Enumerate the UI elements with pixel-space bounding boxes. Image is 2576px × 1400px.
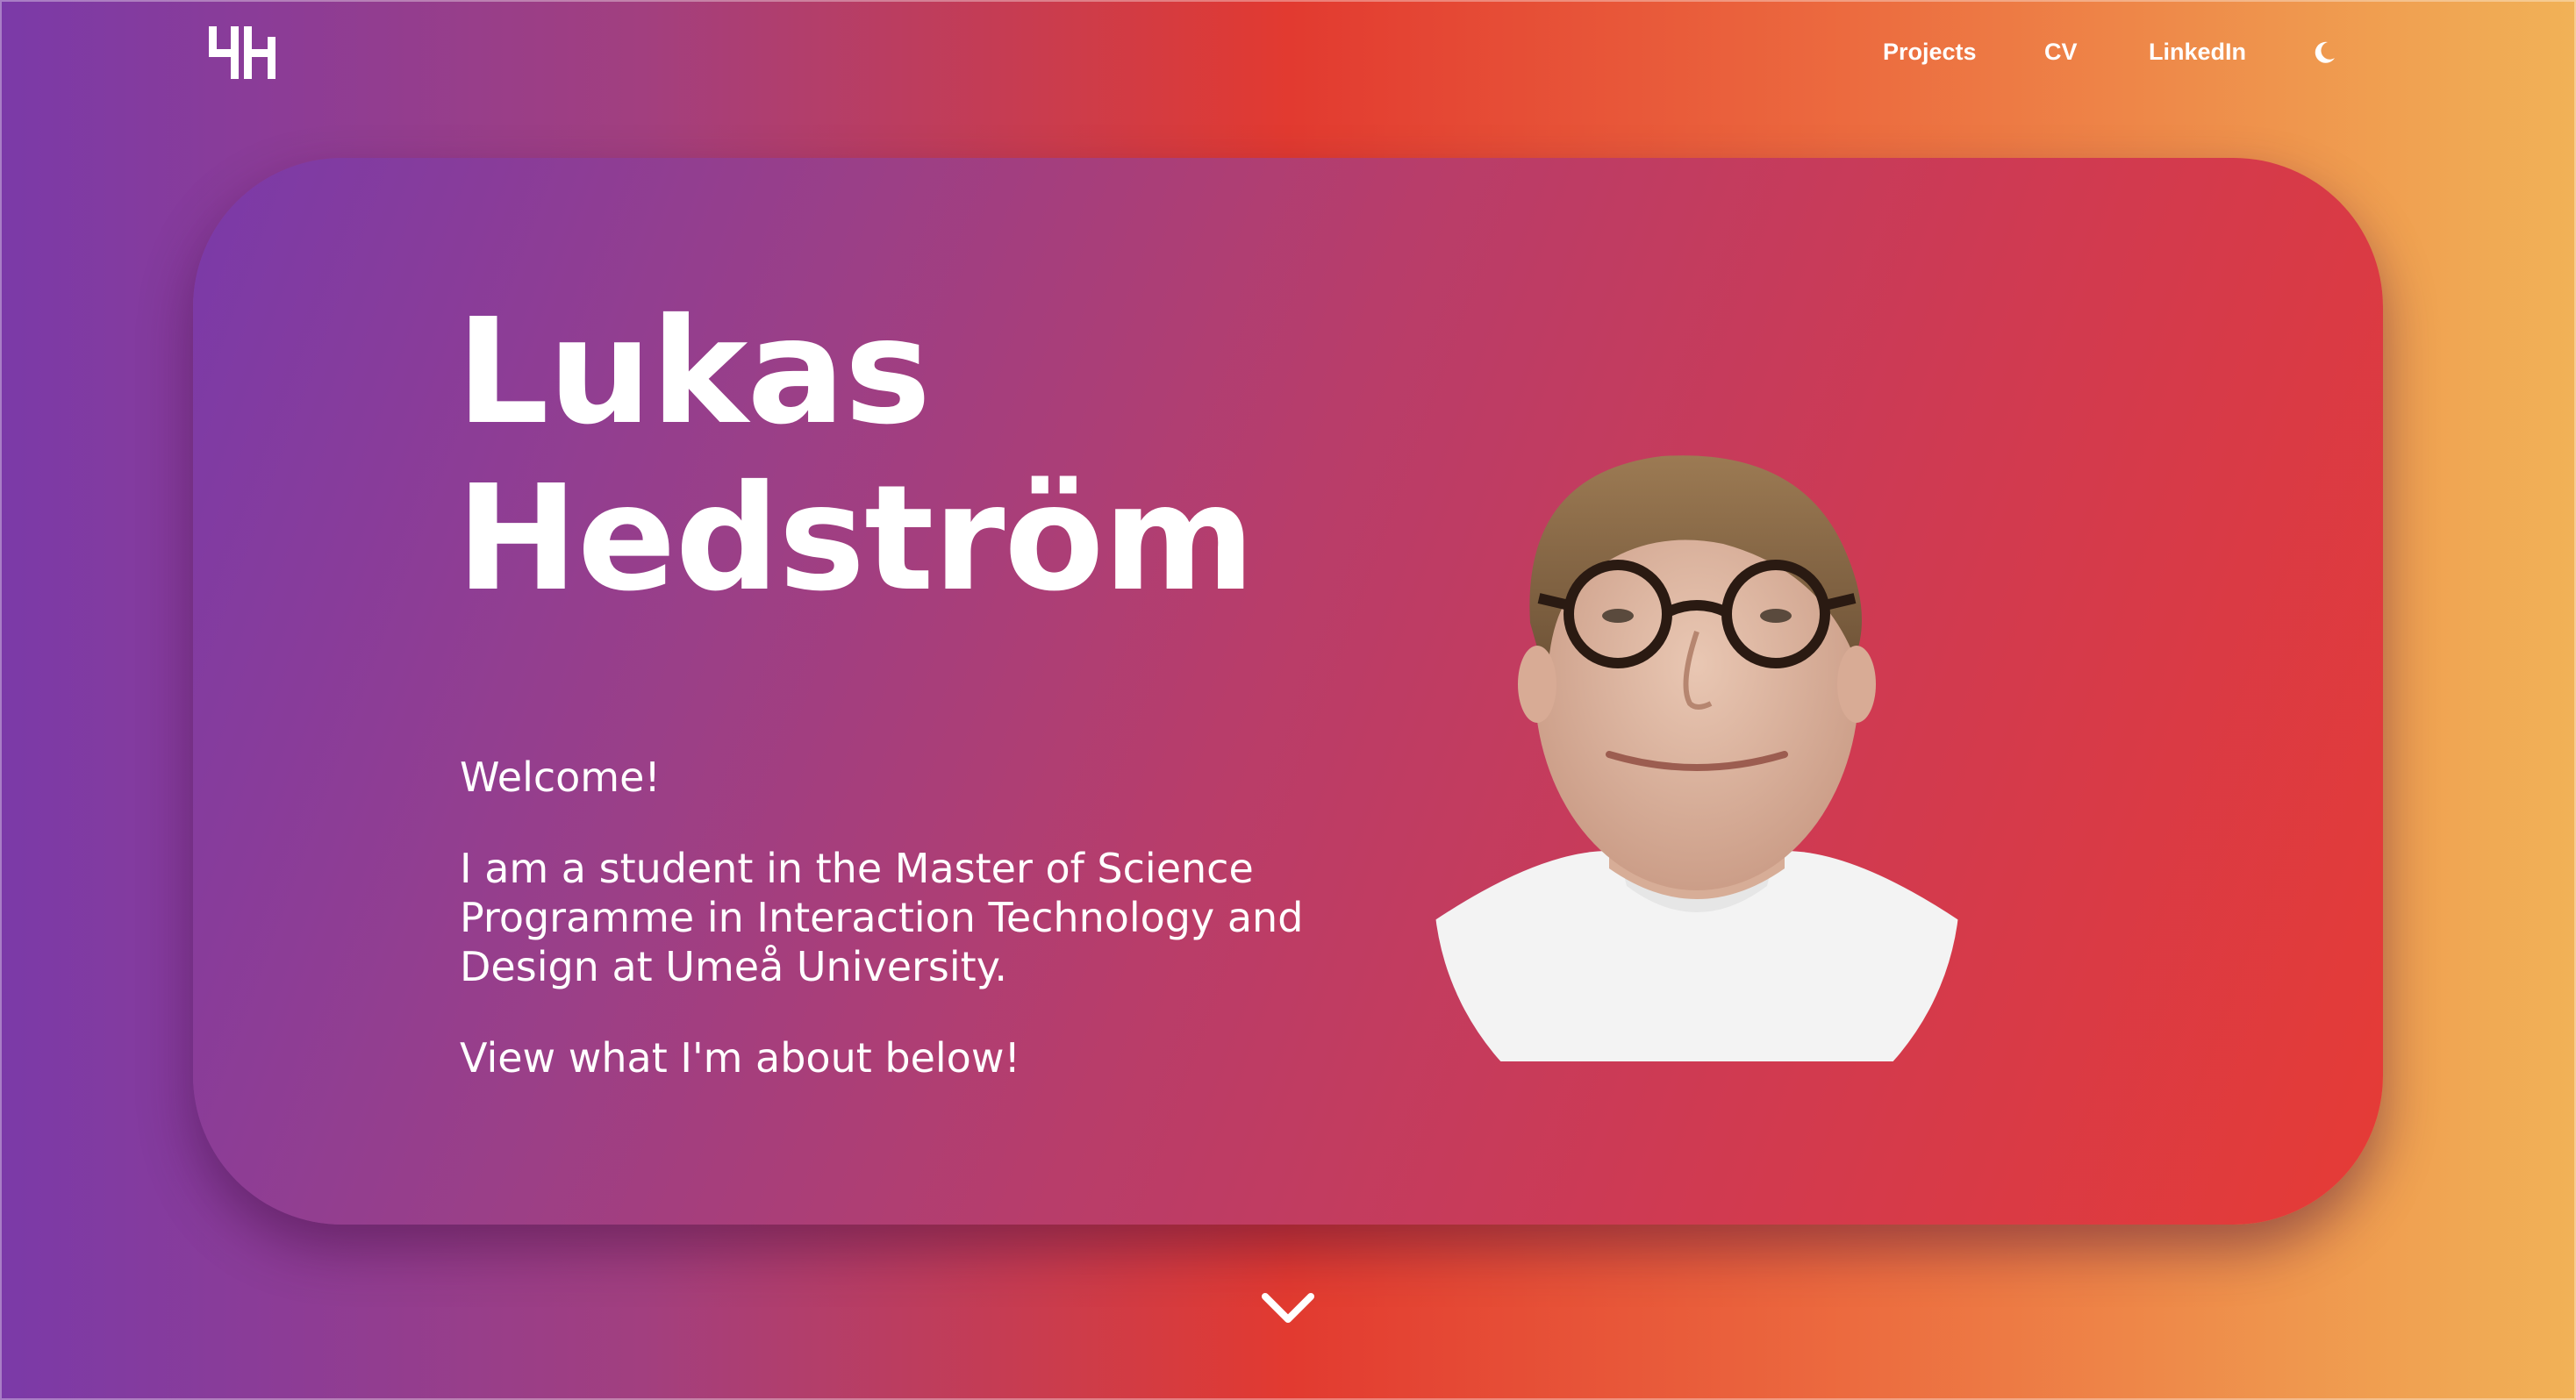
portrait-photo [1434, 455, 1960, 1061]
site-logo[interactable] [207, 25, 279, 81]
chevron-down-icon [1262, 1293, 1314, 1323]
nav-link-linkedin[interactable]: LinkedIn [2149, 37, 2246, 67]
hero-name: Lukas Hedström [456, 288, 1255, 624]
welcome-text: Welcome! [460, 754, 661, 801]
nav-link-cv[interactable]: CV [2044, 37, 2078, 67]
study-text: I am a student in the Master of Science … [460, 845, 1304, 990]
moon-icon [2315, 41, 2335, 63]
cta-text: View what I'm about below! [460, 1034, 1020, 1082]
theme-toggle-button[interactable] [2310, 39, 2338, 67]
last-name: Hedström [456, 454, 1255, 624]
logo-monogram-icon [209, 26, 275, 79]
hero-intro: Welcome! I am a student in the Master of… [460, 753, 1407, 1082]
hero-card: Lukas Hedström Welcome! I am a student i… [193, 158, 2383, 1225]
top-navigation: Projects CV LinkedIn [0, 0, 2576, 105]
nav-link-projects[interactable]: Projects [1883, 37, 1977, 67]
first-name: Lukas [456, 288, 931, 457]
scroll-down-button[interactable] [1260, 1286, 1316, 1328]
